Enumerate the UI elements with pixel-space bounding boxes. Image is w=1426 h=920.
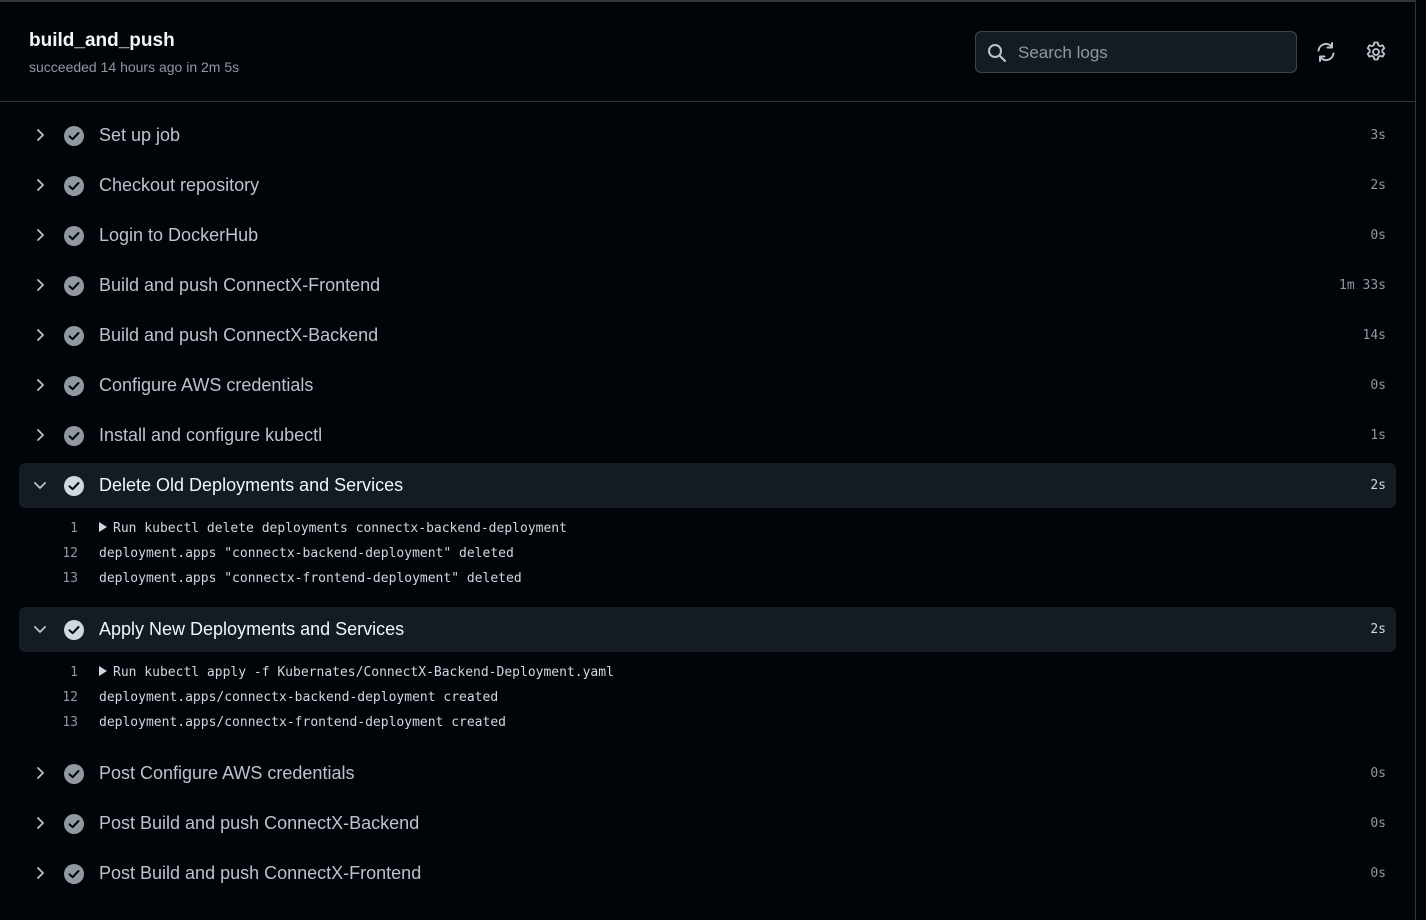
step-duration: 3s [1370, 128, 1386, 143]
step-name: Post Build and push ConnectX-Backend [99, 813, 420, 833]
check-circle-icon [64, 864, 84, 884]
step-duration: 2s [1370, 178, 1386, 193]
log-line-text: deployment.apps "connectx-backend-deploy… [99, 546, 514, 561]
check-circle-icon [64, 426, 84, 446]
step-duration: 14s [1362, 328, 1386, 343]
log-line-number[interactable]: 12 [48, 546, 78, 561]
chevron-down-icon[interactable] [32, 621, 48, 637]
check-circle-icon [64, 376, 84, 396]
step-name: Post Configure AWS credentials [99, 763, 355, 783]
check-circle-icon [64, 476, 84, 496]
chevron-right-icon[interactable] [32, 865, 48, 881]
triangle-right-icon[interactable] [99, 522, 107, 532]
step-name: Apply New Deployments and Services [99, 619, 405, 639]
job-title: build_and_push [29, 30, 175, 51]
check-circle-icon [64, 276, 84, 296]
step-name: Login to DockerHub [99, 225, 259, 245]
step-duration: 0s [1370, 378, 1386, 393]
chevron-right-icon[interactable] [32, 765, 48, 781]
steps-list: Set up job 3s Checkout repository 2s Login t… [19, 113, 1396, 901]
step-row[interactable]: Set up job 3s [19, 113, 1396, 158]
check-circle-icon [64, 620, 84, 640]
log-line-text: deployment.apps "connectx-frontend-deplo… [99, 571, 522, 586]
check-circle-icon [64, 226, 84, 246]
step-duration: 0s [1370, 766, 1386, 781]
log-line: 12 deployment.apps/connectx-backend-deplo… [19, 687, 1396, 712]
step-name: Build and push ConnectX-Backend [99, 325, 379, 345]
step-row[interactable]: Build and push ConnectX-Backend 14s [19, 313, 1396, 358]
step-duration: 0s [1370, 866, 1386, 881]
step-row[interactable]: Apply New Deployments and Services 2s [19, 607, 1396, 652]
sync-icon[interactable] [1314, 40, 1338, 64]
step-name: Delete Old Deployments and Services [99, 475, 404, 495]
chevron-down-icon[interactable] [32, 477, 48, 493]
search-logs-input[interactable] [1016, 32, 1290, 74]
log-line-content: Run kubectl apply -f Kubernates/ConnectX… [99, 665, 614, 680]
search-logs-box[interactable] [975, 31, 1297, 74]
step-row[interactable]: Login to DockerHub 0s [19, 213, 1396, 258]
log-line: 13 deployment.apps/connectx-frontend-depl… [19, 712, 1396, 737]
step-row[interactable]: Build and push ConnectX-Frontend 1m 33s [19, 263, 1396, 308]
chevron-right-icon[interactable] [32, 227, 48, 243]
step-name: Post Build and push ConnectX-Frontend [99, 863, 422, 883]
log-line-number[interactable]: 1 [48, 665, 78, 680]
step-duration: 1m 33s [1339, 278, 1386, 293]
log-line-number[interactable]: 12 [48, 690, 78, 705]
step-row[interactable]: Post Build and push ConnectX-Backend 0s [19, 801, 1396, 846]
step-row[interactable]: Install and configure kubectl 1s [19, 413, 1396, 458]
log-line-text: deployment.apps/connectx-frontend-deploy… [99, 715, 506, 730]
job-status-text: succeeded 14 hours ago in 2m 5s [29, 59, 240, 75]
log-line-text: Run kubectl apply -f Kubernates/ConnectX… [113, 665, 614, 680]
job-header: build_and_push succeeded 14 hours ago in… [0, 2, 1415, 102]
step-duration: 1s [1370, 428, 1386, 443]
step-duration: 2s [1370, 478, 1386, 493]
log-line-content: deployment.apps "connectx-frontend-deplo… [99, 571, 522, 586]
step-name: Set up job [99, 125, 181, 145]
log-line-number[interactable]: 13 [48, 715, 78, 730]
log-line-content: deployment.apps "connectx-backend-deploy… [99, 546, 514, 561]
gear-icon[interactable] [1364, 40, 1388, 64]
log-line[interactable]: 1 Run kubectl delete deployments connectx… [19, 518, 1396, 543]
step-row[interactable]: Post Build and push ConnectX-Frontend 0s [19, 851, 1396, 896]
chevron-right-icon[interactable] [32, 327, 48, 343]
job-log-panel: build_and_push succeeded 14 hours ago in… [0, 0, 1416, 920]
chevron-right-icon[interactable] [32, 427, 48, 443]
chevron-right-icon[interactable] [32, 377, 48, 393]
chevron-right-icon[interactable] [32, 127, 48, 143]
check-circle-icon [64, 126, 84, 146]
step-log: 1 Run kubectl delete deployments connectx… [19, 518, 1396, 593]
log-line-content: deployment.apps/connectx-frontend-deploy… [99, 715, 506, 730]
log-line-text: Run kubectl delete deployments connectx-… [113, 521, 567, 536]
log-line-number[interactable]: 13 [48, 571, 78, 586]
chevron-right-icon[interactable] [32, 177, 48, 193]
log-line[interactable]: 1 Run kubectl apply -f Kubernates/Connect… [19, 662, 1396, 687]
step-log: 1 Run kubectl apply -f Kubernates/Connect… [19, 662, 1396, 737]
chevron-right-icon[interactable] [32, 815, 48, 831]
step-name: Checkout repository [99, 175, 260, 195]
log-line: 13 deployment.apps "connectx-frontend-dep… [19, 568, 1396, 593]
step-row[interactable]: Post Configure AWS credentials 0s [19, 751, 1396, 796]
step-duration: 0s [1370, 816, 1386, 831]
step-row[interactable]: Delete Old Deployments and Services 2s [19, 463, 1396, 508]
step-name: Install and configure kubectl [99, 425, 323, 445]
step-duration: 0s [1370, 228, 1386, 243]
log-line-text: deployment.apps/connectx-backend-deploym… [99, 690, 499, 705]
step-name: Build and push ConnectX-Frontend [99, 275, 381, 295]
log-line-content: Run kubectl delete deployments connectx-… [99, 521, 567, 536]
step-duration: 2s [1370, 622, 1386, 637]
log-line-number[interactable]: 1 [48, 521, 78, 536]
step-row[interactable]: Checkout repository 2s [19, 163, 1396, 208]
search-icon [988, 44, 1007, 63]
check-circle-icon [64, 176, 84, 196]
triangle-right-icon[interactable] [99, 666, 107, 676]
log-line: 12 deployment.apps "connectx-backend-depl… [19, 543, 1396, 568]
check-circle-icon [64, 764, 84, 784]
step-row[interactable]: Configure AWS credentials 0s [19, 363, 1396, 408]
check-circle-icon [64, 814, 84, 834]
check-circle-icon [64, 326, 84, 346]
chevron-right-icon[interactable] [32, 277, 48, 293]
log-line-content: deployment.apps/connectx-backend-deploym… [99, 690, 498, 705]
step-name: Configure AWS credentials [99, 375, 314, 395]
